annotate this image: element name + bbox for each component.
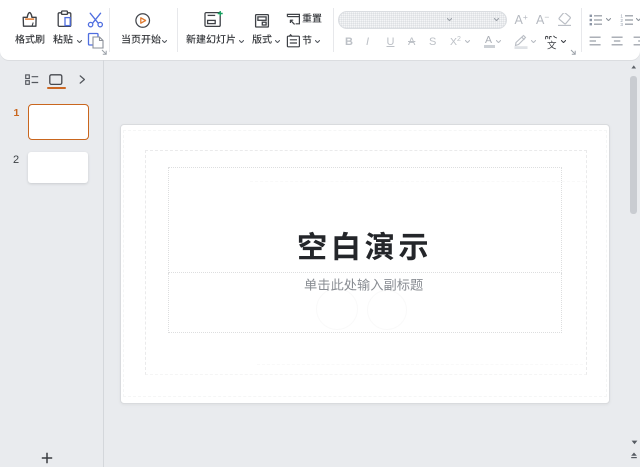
svg-text:3: 3 <box>620 22 623 27</box>
